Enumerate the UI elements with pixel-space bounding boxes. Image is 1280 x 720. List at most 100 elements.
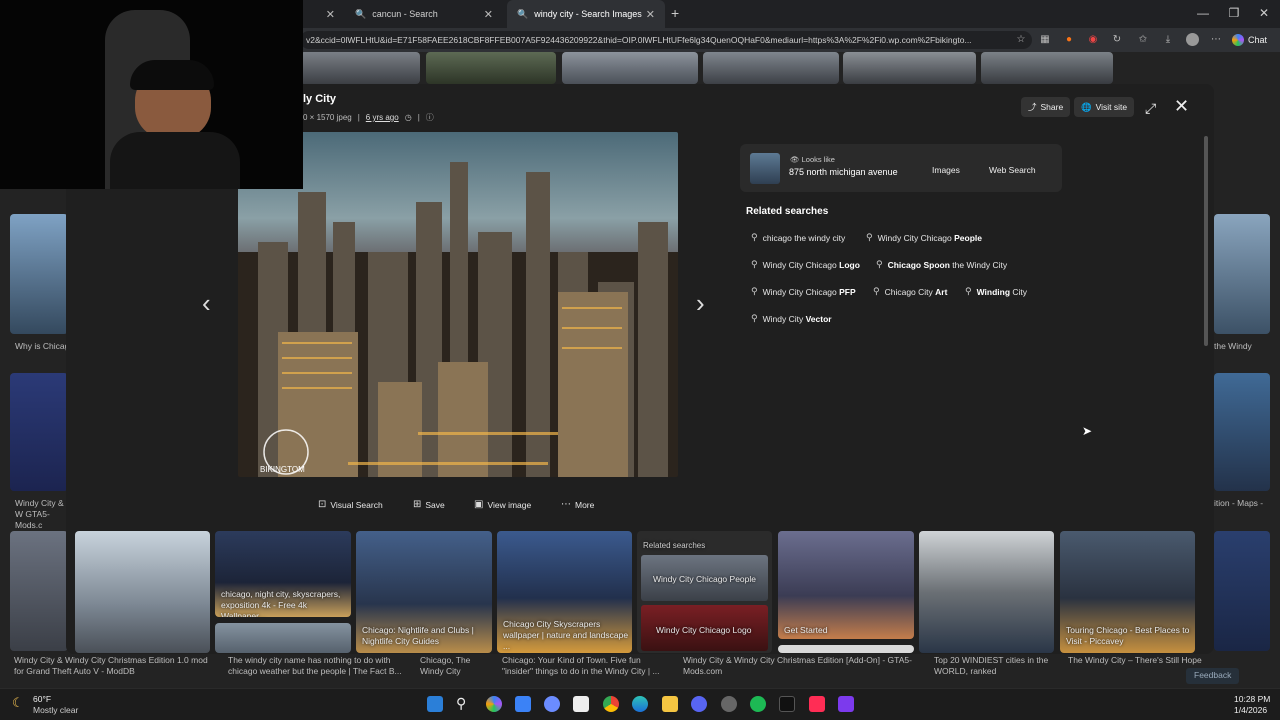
clock-time[interactable]: 10:28 PM <box>1234 694 1270 704</box>
result-caption[interactable]: The windy city name has nothing to do wi… <box>228 655 413 677</box>
favorite-star-icon[interactable]: ☆ <box>1014 33 1028 47</box>
related-chip[interactable]: ⚲ chicago the windy city <box>751 232 845 243</box>
strip-thumbnail[interactable]: Chicago: Nightlife and Clubs | Nightlife… <box>356 531 492 653</box>
maximize-button[interactable]: ❐ <box>1224 6 1244 20</box>
result-thumbnail[interactable] <box>426 52 556 84</box>
strip-thumbnail[interactable]: Chicago City Skyscrapers wallpaper | nat… <box>497 531 632 653</box>
strip-thumbnail[interactable] <box>919 531 1054 653</box>
chrome-icon[interactable] <box>603 696 619 712</box>
minimize-button[interactable]: — <box>1193 6 1213 20</box>
looks-like-web-search-link[interactable]: Web Search <box>989 165 1036 175</box>
extension-red-icon[interactable]: ◉ <box>1086 33 1100 47</box>
spotify-icon[interactable] <box>750 696 766 712</box>
discord-icon[interactable] <box>691 696 707 712</box>
related-chip[interactable]: ⚲ Winding City <box>965 286 1027 297</box>
close-icon[interactable]: ✕ <box>1174 96 1189 117</box>
new-tab-button[interactable]: + <box>671 5 679 21</box>
strip-thumbnail[interactable]: chicago, night city, skyscrapers, exposi… <box>215 531 351 617</box>
looks-like-images-link[interactable]: Images <box>932 165 960 175</box>
looks-like-thumbnail[interactable] <box>750 153 780 184</box>
app-icon[interactable] <box>573 696 589 712</box>
weather-condition[interactable]: Mostly clear <box>33 705 78 715</box>
address-bar[interactable]: v2&ccid=0lWFLHtU&id=E71F58FAEE2618CBF8FF… <box>300 31 1032 49</box>
more-button[interactable]: ⋯ More <box>561 499 594 510</box>
weather-icon[interactable]: ☾ <box>12 695 24 711</box>
result-caption[interactable]: Windy City & W GTA5-Mods.c <box>15 498 67 531</box>
close-icon[interactable]: ✕ <box>484 8 493 21</box>
strip-thumbnail[interactable]: Get Started <box>778 531 914 639</box>
taskbar-search-icon[interactable]: ⚲ <box>456 695 466 712</box>
edge-icon[interactable] <box>632 696 648 712</box>
result-caption[interactable]: Chicago, The Windy City <box>420 655 488 677</box>
related-chip[interactable]: ⚲ Windy City Chicago PFP <box>751 286 856 297</box>
window-close-button[interactable]: ✕ <box>1254 6 1274 20</box>
result-caption[interactable]: Top 20 WINDIEST cities in the WORLD, ran… <box>934 655 1059 677</box>
related-chip[interactable]: ⚲ Chicago Spoon the Windy City <box>876 259 1007 270</box>
clock-date[interactable]: 1/4/2026 <box>1234 705 1267 715</box>
result-caption[interactable]: Windy City & Windy City Christmas Editio… <box>683 655 918 677</box>
app-icon[interactable] <box>838 696 854 712</box>
related-searches-tile[interactable]: Related searches Windy City Chicago Peop… <box>637 531 772 653</box>
visual-search-button[interactable]: ⊡ Visual Search <box>318 499 383 510</box>
weather-temperature[interactable]: 60°F <box>33 694 51 704</box>
copilot-chat-button[interactable]: Chat <box>1232 31 1267 49</box>
steam-icon[interactable] <box>721 696 737 712</box>
tab-windy-city-images[interactable]: 🔍 windy city - Search Images ✕ <box>507 0 665 28</box>
feedback-button[interactable]: Feedback <box>1186 668 1240 684</box>
info-icon[interactable]: ⓘ <box>426 112 434 123</box>
result-thumbnail[interactable] <box>300 52 420 84</box>
result-thumbnail[interactable] <box>703 52 839 84</box>
refresh-icon[interactable]: ↻ <box>1110 33 1124 47</box>
strip-thumbnail[interactable] <box>215 623 351 653</box>
strip-thumbnail[interactable]: Touring Chicago - Best Places to Visit -… <box>1060 531 1195 653</box>
extension-orange-icon[interactable]: ● <box>1062 33 1076 47</box>
result-thumbnail[interactable] <box>1214 214 1270 334</box>
image-age[interactable]: 6 yrs ago <box>366 113 399 122</box>
looks-like-name[interactable]: 875 north michigan avenue <box>789 167 898 177</box>
main-image[interactable]: BIKINGTOM <box>238 132 678 477</box>
result-caption[interactable]: Windy City & Windy City Christmas Editio… <box>14 655 214 677</box>
result-thumbnail[interactable] <box>10 373 68 491</box>
result-thumbnail[interactable] <box>981 52 1113 84</box>
result-caption[interactable]: ition - Maps - <box>1214 498 1270 509</box>
result-thumbnail[interactable] <box>843 52 976 84</box>
close-icon[interactable]: ✕ <box>326 8 335 21</box>
result-thumbnail[interactable] <box>562 52 698 84</box>
result-caption[interactable]: the Windy <box>1214 341 1270 352</box>
extension-icon[interactable]: ▦ <box>1038 33 1052 47</box>
result-thumbnail[interactable] <box>10 214 68 334</box>
result-thumbnail[interactable] <box>1214 531 1270 651</box>
mail-icon[interactable] <box>515 696 531 712</box>
next-arrow-icon[interactable]: › <box>696 288 705 319</box>
tab-cancun-search[interactable]: 🔍 cancun - Search ✕ <box>345 0 503 28</box>
result-caption[interactable]: The Windy City – There's Still Hope <box>1068 655 1208 666</box>
favorites-icon[interactable]: ✩ <box>1136 33 1150 47</box>
close-icon[interactable]: ✕ <box>646 8 655 21</box>
view-image-button[interactable]: ▣ View image <box>474 499 531 510</box>
expand-icon[interactable]: ⤢ <box>1145 100 1156 117</box>
menu-dots-icon[interactable]: ⋯ <box>1209 33 1223 47</box>
strip-thumbnail[interactable] <box>778 645 914 653</box>
related-chip[interactable]: ⚲ Chicago City Art <box>873 286 947 297</box>
save-button[interactable]: ⊞ Save <box>413 499 445 510</box>
tiktok-studio-icon[interactable] <box>809 696 825 712</box>
result-caption[interactable]: Chicago: Your Kind of Town. Five fun "in… <box>502 655 667 677</box>
app-icon[interactable] <box>544 696 560 712</box>
result-caption[interactable]: Why is Chicag <box>15 341 67 352</box>
profile-icon[interactable] <box>1185 33 1199 47</box>
strip-thumbnail[interactable] <box>75 531 210 653</box>
tiktok-icon[interactable] <box>779 696 795 712</box>
visit-site-button[interactable]: 🌐 Visit site <box>1074 97 1135 117</box>
start-icon[interactable] <box>427 696 443 712</box>
download-icon[interactable]: ⤓ <box>1161 33 1175 47</box>
image-title[interactable]: ly City <box>303 93 336 105</box>
modal-scrollbar[interactable] <box>1204 136 1208 346</box>
result-thumbnail[interactable] <box>1214 373 1270 491</box>
related-chip[interactable]: ⚲ Windy City Chicago Logo <box>751 259 860 270</box>
previous-arrow-icon[interactable]: ‹ <box>202 288 211 319</box>
related-chip[interactable]: ⚲ Windy City Vector <box>751 313 832 324</box>
copilot-app-icon[interactable] <box>486 696 502 712</box>
file-explorer-icon[interactable] <box>662 696 678 712</box>
related-chip[interactable]: ⚲ Windy City Chicago People <box>866 232 982 243</box>
result-thumbnail[interactable] <box>10 531 68 651</box>
